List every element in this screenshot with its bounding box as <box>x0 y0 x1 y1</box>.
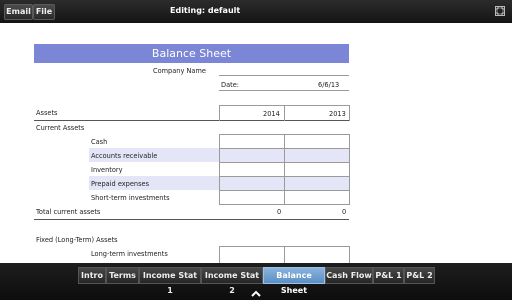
sheet-tab-bar: Intro Terms Income Stat 1 Income Stat 2 … <box>0 263 512 300</box>
current-assets-label: Current Assets <box>36 124 85 132</box>
tab-cash-flow[interactable]: Cash Flow <box>325 267 373 284</box>
row-label-accounts-receivable[interactable]: Accounts receivable <box>91 149 157 163</box>
tab-terms[interactable]: Terms <box>106 267 139 284</box>
tab-pl-1[interactable]: P&L 1 <box>373 267 404 284</box>
grid-col-line <box>284 134 285 205</box>
editing-title: Editing: default <box>170 6 241 15</box>
top-toolbar: Email File Editing: default <box>0 0 512 23</box>
tab-intro[interactable]: Intro <box>78 267 106 284</box>
row-label-short-term-investments[interactable]: Short-term investments <box>91 191 170 205</box>
expand-icon[interactable] <box>495 6 505 16</box>
spreadsheet[interactable]: Balance Sheet Company Name Date: 6/6/13 … <box>0 23 512 263</box>
sheet-title: Balance Sheet <box>34 44 349 63</box>
grid-col-line <box>284 246 285 263</box>
company-name-line <box>219 75 349 76</box>
year-2014-header: 2014 <box>263 110 280 118</box>
total-underline <box>34 219 349 220</box>
tab-balance-sheet[interactable]: Balance Sheet <box>263 267 325 295</box>
fixed-assets-label: Fixed (Long-Term) Assets <box>36 236 118 244</box>
row-label-inventory[interactable]: Inventory <box>91 163 123 177</box>
total-current-assets-label: Total current assets <box>36 208 101 216</box>
total-2013-value: 0 <box>342 208 347 216</box>
grid-col-line <box>349 134 350 205</box>
year-col-left <box>219 105 220 121</box>
row-label-prepaid-expenses[interactable]: Prepaid expenses <box>91 177 149 191</box>
total-2014-value: 0 <box>277 208 282 216</box>
grid-col-line <box>219 134 220 205</box>
year-col-right <box>349 105 350 121</box>
company-name-label: Company Name <box>153 67 206 75</box>
email-button[interactable]: Email <box>4 4 33 20</box>
tab-income-stat-1[interactable]: Income Stat 1 <box>139 267 201 295</box>
year-col-mid <box>284 105 285 121</box>
tab-pl-2[interactable]: P&L 2 <box>404 267 435 284</box>
grid-col-line <box>349 246 350 263</box>
tab-income-stat-2[interactable]: Income Stat 2 <box>201 267 263 295</box>
assets-label: Assets <box>36 109 58 117</box>
date-line <box>219 90 349 91</box>
grid-col-line <box>219 246 220 263</box>
year-2013-header: 2013 <box>329 110 346 118</box>
chevron-up-icon[interactable] <box>250 290 262 298</box>
row-label-long-term-investments[interactable]: Long-term investments <box>91 247 168 261</box>
file-button[interactable]: File <box>33 4 55 20</box>
row-label-cash[interactable]: Cash <box>91 135 107 149</box>
